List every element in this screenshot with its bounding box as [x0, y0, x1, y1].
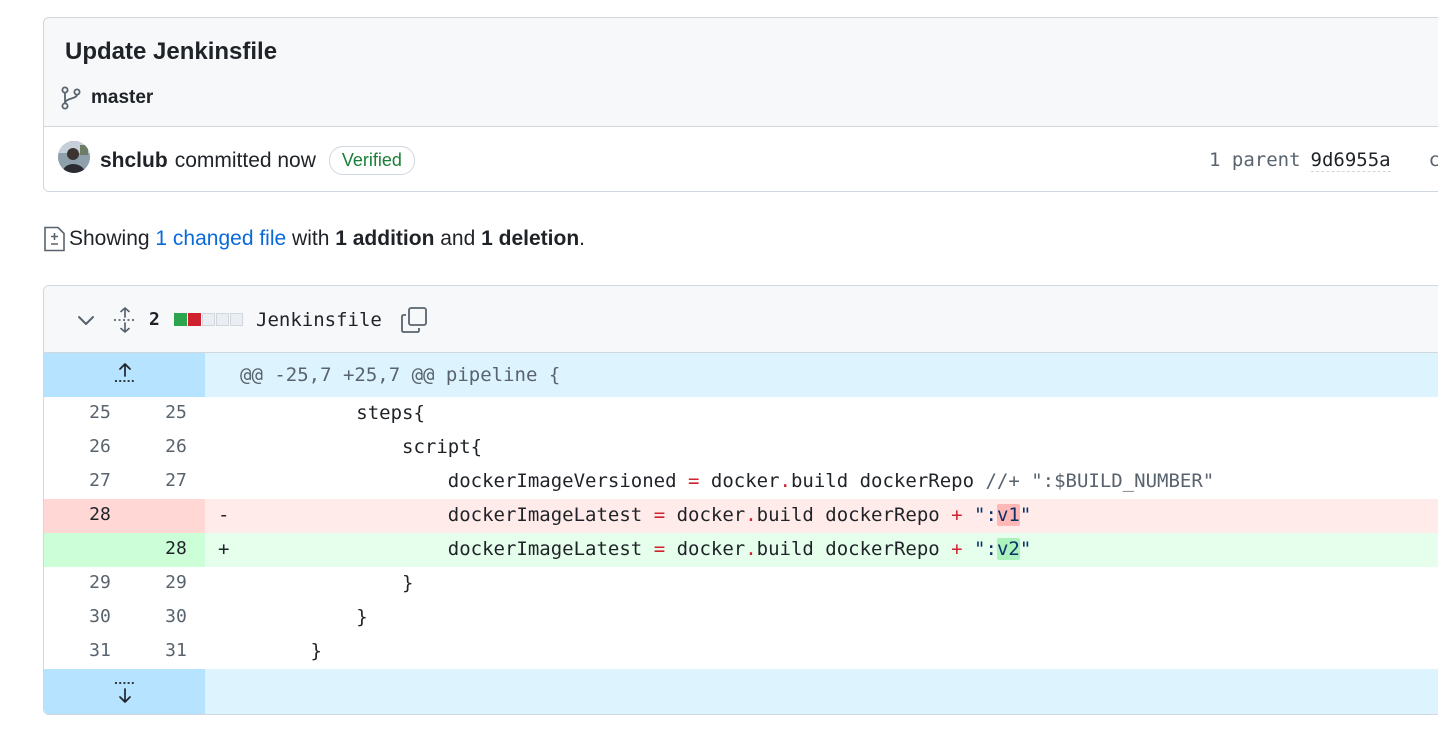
commit-sha-truncated: c — [1429, 149, 1438, 171]
new-line-number[interactable]: 26 — [136, 431, 216, 465]
parent-label: 1 parent — [1209, 149, 1301, 171]
commit-meta: shclub committed now Verified 1 parent 9d… — [44, 126, 1438, 191]
file-diff-icon — [44, 226, 65, 252]
new-line-number[interactable] — [136, 499, 216, 533]
diff-line: 25 25 steps{ — [44, 397, 1438, 431]
code-line: dockerImageLatest = docker.build dockerR… — [219, 538, 1032, 560]
code-line: } — [219, 606, 368, 628]
summary-with: with — [292, 227, 330, 250]
new-line-number[interactable]: 30 — [136, 601, 216, 635]
copy-icon[interactable] — [400, 306, 428, 334]
file-name[interactable]: Jenkinsfile — [256, 286, 382, 353]
old-line-number[interactable] — [60, 533, 140, 567]
collapse-toggle[interactable] — [76, 286, 96, 353]
copy-path-button[interactable] — [400, 286, 428, 353]
expand-down-icon[interactable] — [108, 678, 142, 706]
commit-header: Update Jenkinsfile master shclub committ… — [43, 17, 1438, 192]
branch-indicator: master — [61, 86, 153, 110]
diffstat — [174, 286, 243, 353]
added-line: 28 dockerImageLatest = docker.build dock… — [44, 533, 1438, 567]
old-line-number[interactable]: 27 — [60, 465, 140, 499]
hunk-header-row: @@ -25,7 +25,7 @@ pipeline { — [44, 353, 1438, 397]
old-line-number[interactable]: 28 — [60, 499, 140, 533]
git-branch-icon — [61, 86, 81, 110]
hunk-footer-row — [44, 669, 1438, 714]
new-line-number[interactable]: 28 — [136, 533, 216, 567]
expand-all-button[interactable] — [113, 286, 137, 353]
author-link[interactable]: shclub — [100, 149, 168, 173]
new-line-number[interactable]: 25 — [136, 397, 216, 431]
expand-up-button[interactable] — [44, 353, 205, 397]
additions-count: 1 addition — [335, 227, 435, 250]
change-count: 2 — [149, 309, 160, 330]
new-line-number[interactable]: 29 — [136, 567, 216, 601]
old-line-number[interactable]: 29 — [60, 567, 140, 601]
author-line: shclub committed now Verified — [100, 146, 415, 175]
diff-summary: Showing 1 changed file with 1 addition a… — [43, 224, 585, 254]
expand-up-icon[interactable] — [108, 361, 142, 389]
file-header: 2 Jenkinsfile — [44, 286, 1438, 353]
code-line: dockerImageLatest = docker.build dockerR… — [219, 504, 1032, 526]
old-line-number[interactable]: 26 — [60, 431, 140, 465]
avatar[interactable] — [58, 141, 90, 173]
parent-sha-link[interactable]: 9d6955a — [1310, 149, 1391, 172]
verified-badge[interactable]: Verified — [328, 146, 415, 175]
summary-suffix: . — [579, 227, 586, 250]
diff-line: 26 26 script{ — [44, 431, 1438, 465]
old-line-number[interactable]: 31 — [60, 635, 140, 669]
commit-title: Update Jenkinsfile — [65, 38, 278, 65]
code-line: steps{ — [219, 402, 425, 424]
new-line-number[interactable]: 31 — [136, 635, 216, 669]
code-line: script{ — [219, 436, 483, 458]
diff-line: 27 27 dockerImageVersioned = docker.buil… — [44, 465, 1438, 499]
branch-name[interactable]: master — [91, 87, 153, 109]
chevron-down-icon[interactable] — [76, 310, 96, 330]
commit-time: committed now — [174, 148, 316, 172]
code-line: } — [219, 640, 322, 662]
addition-marker: + — [218, 538, 230, 560]
diff-line: 31 31 } — [44, 635, 1438, 669]
deleted-line: 28 dockerImageLatest = docker.build dock… — [44, 499, 1438, 533]
summary-and: and — [440, 227, 476, 250]
summary-prefix: Showing — [69, 227, 150, 250]
diff-line: 29 29 } — [44, 567, 1438, 601]
diff-table: @@ -25,7 +25,7 @@ pipeline { 25 25 steps… — [44, 353, 1438, 714]
deletions-count: 1 deletion — [481, 227, 580, 250]
expand-down-button[interactable] — [44, 669, 205, 714]
diff-line: 30 30 } — [44, 601, 1438, 635]
file-diff: 2 Jenkinsfile @@ -25,7 +25,7 @@ pipeline… — [43, 285, 1438, 715]
code-line: dockerImageVersioned = docker.build dock… — [219, 470, 1215, 492]
deletion-marker: - — [218, 504, 230, 526]
new-line-number[interactable]: 27 — [136, 465, 216, 499]
old-line-number[interactable]: 25 — [60, 397, 140, 431]
hunk-header: @@ -25,7 +25,7 @@ pipeline { — [240, 364, 561, 386]
old-line-number[interactable]: 30 — [60, 601, 140, 635]
changed-files-link[interactable]: 1 changed file — [155, 227, 286, 251]
code-line: } — [219, 572, 414, 594]
unfold-icon[interactable] — [113, 306, 137, 334]
parent-info: 1 parent 9d6955a c — [1209, 149, 1438, 172]
